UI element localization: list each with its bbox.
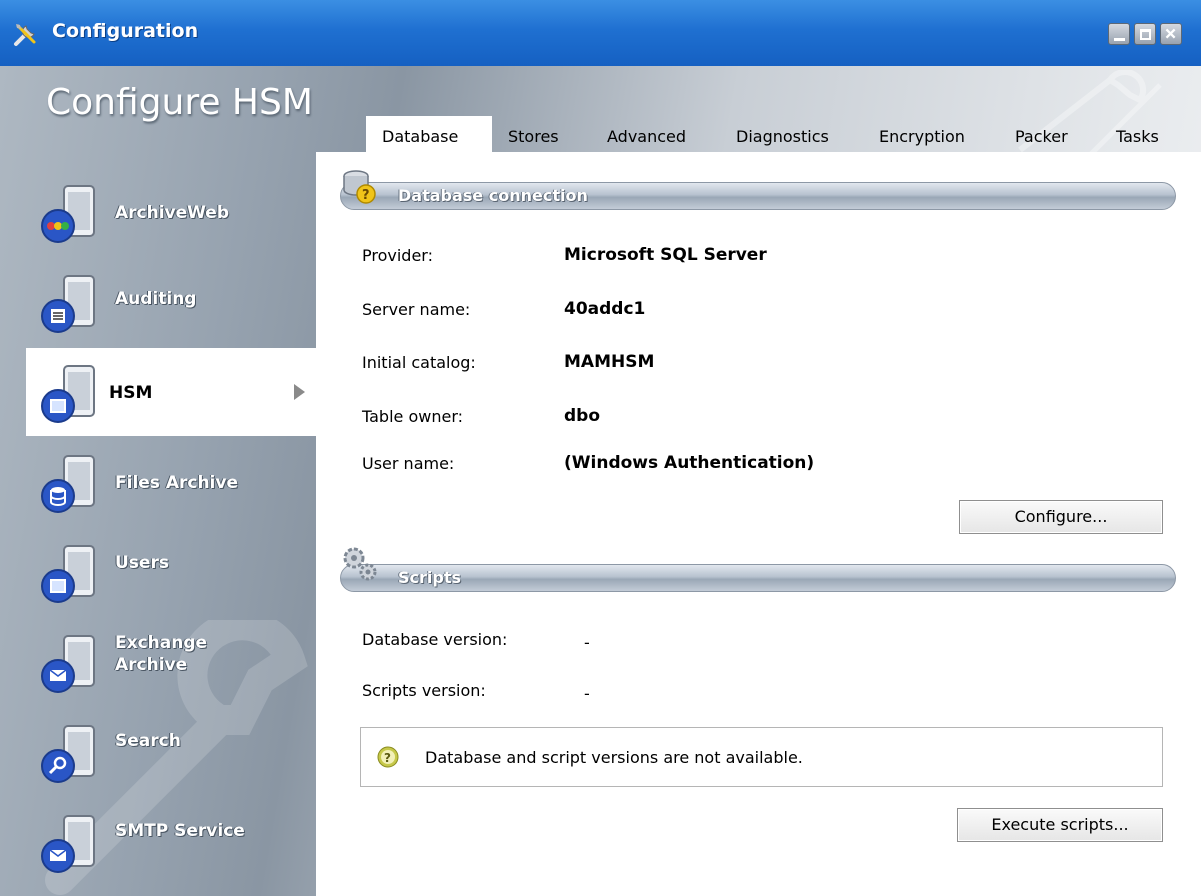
info-message: Database and script versions are not ava… xyxy=(425,748,803,767)
provider-label: Provider: xyxy=(362,246,433,265)
sidebar-item-users[interactable]: Users xyxy=(0,528,316,616)
scripts-version-label: Scripts version: xyxy=(362,681,486,700)
info-message-box: ? Database and script versions are not a… xyxy=(360,727,1163,787)
tab-stores[interactable]: Stores xyxy=(508,116,559,152)
sidebar-item-files-archive[interactable]: Files Archive xyxy=(0,438,316,526)
table-owner-value: dbo xyxy=(564,406,601,426)
exchange-archive-server-icon xyxy=(41,635,95,693)
sidebar-item-label: HSM xyxy=(109,383,153,403)
smtp-service-server-icon xyxy=(41,815,95,873)
database-version-label: Database version: xyxy=(362,630,508,649)
provider-value: Microsoft SQL Server xyxy=(564,245,767,265)
svg-text:?: ? xyxy=(362,188,370,203)
title-bar[interactable]: Configuration xyxy=(0,0,1201,66)
version-value-area xyxy=(564,620,758,710)
tab-packer[interactable]: Packer xyxy=(1015,116,1068,152)
sidebar-item-exchange-archive[interactable]: Exchange Archive xyxy=(0,618,316,706)
search-server-icon xyxy=(41,725,95,783)
initial-catalog-value: MAMHSM xyxy=(564,352,655,372)
tab-encryption[interactable]: Encryption xyxy=(879,116,965,152)
auditing-server-icon xyxy=(41,275,95,333)
database-question-icon: ? xyxy=(343,170,376,204)
sidebar-item-label: Files Archive xyxy=(115,473,238,493)
configuration-window: Configuration Configure HSM ArchiveWeb A… xyxy=(0,0,1201,896)
sidebar-item-hsm[interactable]: HSM xyxy=(26,348,316,436)
tab-bar: Database Stores Advanced Diagnostics Enc… xyxy=(316,116,1201,152)
user-name-value: (Windows Authentication) xyxy=(564,453,815,473)
sidebar-item-label: ArchiveWeb xyxy=(115,203,230,223)
server-name-label: Server name: xyxy=(362,300,471,319)
sidebar-item-label: Exchange xyxy=(115,633,208,653)
initial-catalog-label: Initial catalog: xyxy=(362,353,476,372)
tools-icon xyxy=(14,24,36,46)
minimize-button[interactable] xyxy=(1108,23,1130,45)
section-title: Database connection xyxy=(398,186,588,205)
user-name-label: User name: xyxy=(362,454,455,473)
sidebar-item-auditing[interactable]: Auditing xyxy=(0,258,316,346)
database-tab-panel: ? Database connection Provider: Microsof… xyxy=(316,152,1201,896)
configure-button[interactable]: Configure... xyxy=(959,500,1163,534)
sidebar-item-label: Auditing xyxy=(115,289,197,309)
server-name-value: 40addc1 xyxy=(564,299,646,319)
hsm-server-icon xyxy=(41,365,95,423)
sidebar-item-label: SMTP Service xyxy=(115,821,245,841)
scripts-header xyxy=(340,564,1176,592)
tab-database[interactable]: Database xyxy=(366,116,492,152)
question-icon: ? xyxy=(377,746,399,768)
sidebar-item-label: Search xyxy=(115,731,181,751)
sidebar-item-search[interactable]: Search xyxy=(0,708,316,796)
close-icon xyxy=(1165,28,1176,39)
gears-icon xyxy=(343,547,377,581)
scripts-version-value: - xyxy=(584,684,590,703)
minimize-icon xyxy=(1114,38,1125,41)
svg-text:?: ? xyxy=(384,751,391,765)
selected-arrow-icon xyxy=(294,384,305,400)
window-title: Configuration xyxy=(52,20,199,42)
tab-diagnostics[interactable]: Diagnostics xyxy=(736,116,829,152)
files-archive-server-icon xyxy=(41,455,95,513)
close-button[interactable] xyxy=(1160,23,1182,45)
sidebar-item-smtp-service[interactable]: SMTP Service xyxy=(0,798,316,886)
tab-tasks[interactable]: Tasks xyxy=(1116,116,1159,152)
database-version-value: - xyxy=(584,633,590,652)
sidebar-item-label-line2: Archive xyxy=(115,655,188,675)
app-title: Configure HSM xyxy=(46,82,313,123)
table-owner-label: Table owner: xyxy=(362,407,464,426)
maximize-icon xyxy=(1140,29,1151,40)
execute-scripts-button[interactable]: Execute scripts... xyxy=(957,808,1163,842)
archiveweb-server-icon xyxy=(41,185,95,243)
sidebar-item-label: Users xyxy=(115,553,169,573)
section-title: Scripts xyxy=(398,568,462,587)
sidebar: ArchiveWeb Auditing HSM Files Archive Us… xyxy=(0,168,316,888)
sidebar-item-archiveweb[interactable]: ArchiveWeb xyxy=(0,168,316,256)
maximize-button[interactable] xyxy=(1134,23,1156,45)
tab-advanced[interactable]: Advanced xyxy=(607,116,686,152)
users-server-icon xyxy=(41,545,95,603)
